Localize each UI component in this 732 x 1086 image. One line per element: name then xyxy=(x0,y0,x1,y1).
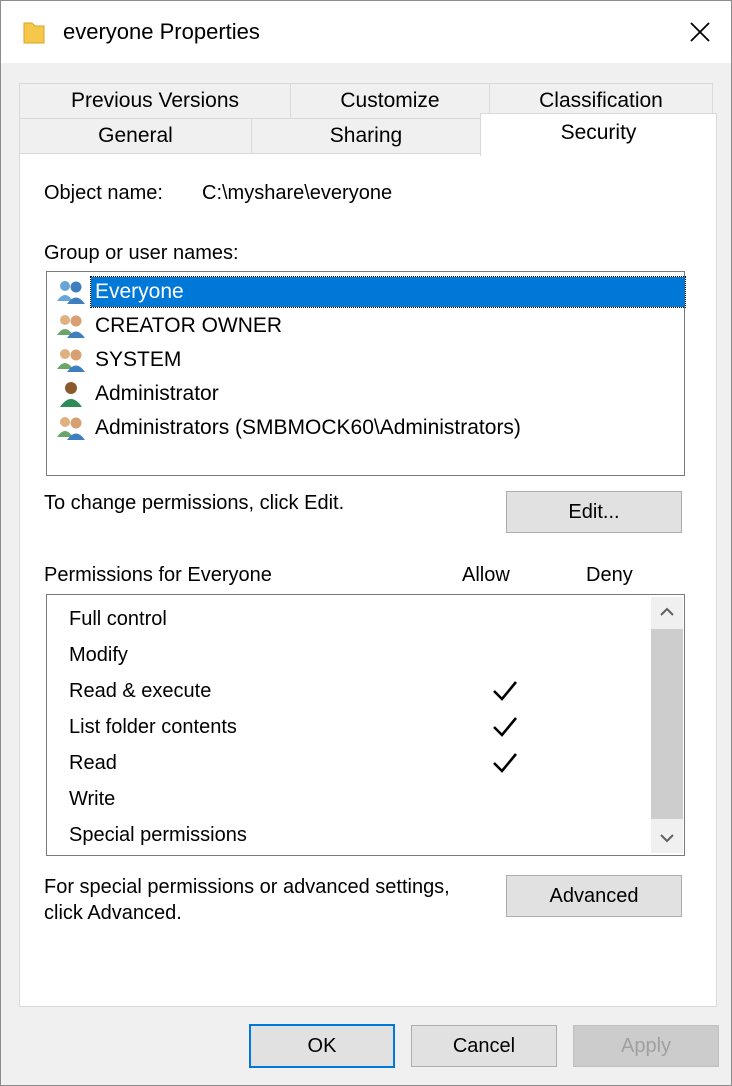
group-icon xyxy=(57,315,85,338)
tab-general[interactable]: General xyxy=(19,118,252,155)
scroll-thumb[interactable] xyxy=(651,629,683,819)
user-name: SYSTEM xyxy=(95,348,182,371)
tab-sharing[interactable]: Sharing xyxy=(251,118,481,155)
permission-row-special: Special permissions xyxy=(69,817,649,853)
title-bar: everyone Properties xyxy=(1,1,731,63)
security-tab-panel: Object name: C:\myshare\everyone Group o… xyxy=(19,153,717,1007)
group-icon xyxy=(57,349,85,372)
permission-name: Modify xyxy=(69,644,128,666)
window-title: everyone Properties xyxy=(63,19,260,44)
user-item-administrator[interactable]: Administrator xyxy=(55,378,685,410)
permission-name: Write xyxy=(69,788,116,810)
scroll-down-button[interactable] xyxy=(651,823,683,853)
user-name: Administrators (SMBMOCK60\Administrators… xyxy=(95,416,521,439)
folder-icon xyxy=(23,22,45,44)
permission-name: Full control xyxy=(69,608,167,630)
advanced-text-line1: For special permissions or advanced sett… xyxy=(44,876,450,898)
permissions-list[interactable]: Full control Modify Read & execute List … xyxy=(46,594,685,856)
group-user-list[interactable]: Everyone CREATOR OWNER SYSTEM Administra… xyxy=(46,271,686,476)
permission-name: List folder contents xyxy=(69,716,237,738)
user-icon xyxy=(60,382,82,407)
permission-row-read: Read xyxy=(69,745,649,781)
change-permissions-text: To change permissions, click Edit. xyxy=(44,492,345,514)
permission-row-write: Write xyxy=(69,781,649,817)
group-icon xyxy=(57,417,85,440)
ok-button[interactable]: OK xyxy=(249,1024,395,1068)
close-button[interactable] xyxy=(677,11,723,53)
close-icon xyxy=(690,22,710,42)
advanced-text-line2: click Advanced. xyxy=(44,902,182,924)
user-name: CREATOR OWNER xyxy=(95,314,283,337)
user-item-administrators[interactable]: Administrators (SMBMOCK60\Administrators… xyxy=(55,412,685,444)
object-name-value: C:\myshare\everyone xyxy=(202,182,393,204)
user-name: Administrator xyxy=(95,382,219,405)
chevron-down-icon xyxy=(660,834,674,843)
allow-check-icon xyxy=(493,717,518,737)
advanced-button[interactable]: Advanced xyxy=(506,875,682,917)
permission-name: Read xyxy=(69,752,117,774)
apply-button[interactable]: Apply xyxy=(573,1025,719,1067)
permission-name: Read & execute xyxy=(69,680,212,702)
user-name: Everyone xyxy=(90,276,686,308)
group-users-label: Group or user names: xyxy=(44,242,239,264)
allow-check-icon xyxy=(493,753,518,773)
permission-row-list-folder-contents: List folder contents xyxy=(69,709,649,745)
permission-name: Special permissions xyxy=(69,824,247,846)
permissions-label: Permissions for Everyone xyxy=(44,564,272,586)
tab-previous-versions[interactable]: Previous Versions xyxy=(19,83,291,118)
user-item-creator-owner[interactable]: CREATOR OWNER xyxy=(55,310,685,342)
allow-header: Allow xyxy=(462,564,510,586)
chevron-up-icon xyxy=(660,607,674,616)
allow-check-icon xyxy=(493,681,518,701)
user-item-system[interactable]: SYSTEM xyxy=(55,344,685,376)
permissions-scrollbar[interactable] xyxy=(651,597,683,853)
tab-security[interactable]: Security xyxy=(480,113,717,156)
properties-dialog: everyone Properties Previous Versions Cu… xyxy=(0,0,732,1086)
cancel-button[interactable]: Cancel xyxy=(411,1025,557,1067)
permission-row-full-control: Full control xyxy=(69,601,649,637)
edit-button[interactable]: Edit... xyxy=(506,491,682,533)
tab-customize[interactable]: Customize xyxy=(290,83,490,118)
object-name-label: Object name: xyxy=(44,182,163,204)
permission-row-read-execute: Read & execute xyxy=(69,673,649,709)
user-item-everyone[interactable]: Everyone xyxy=(55,276,686,308)
group-icon xyxy=(57,281,85,304)
scroll-up-button[interactable] xyxy=(651,597,683,627)
deny-header: Deny xyxy=(586,564,633,586)
permission-row-modify: Modify xyxy=(69,637,649,673)
